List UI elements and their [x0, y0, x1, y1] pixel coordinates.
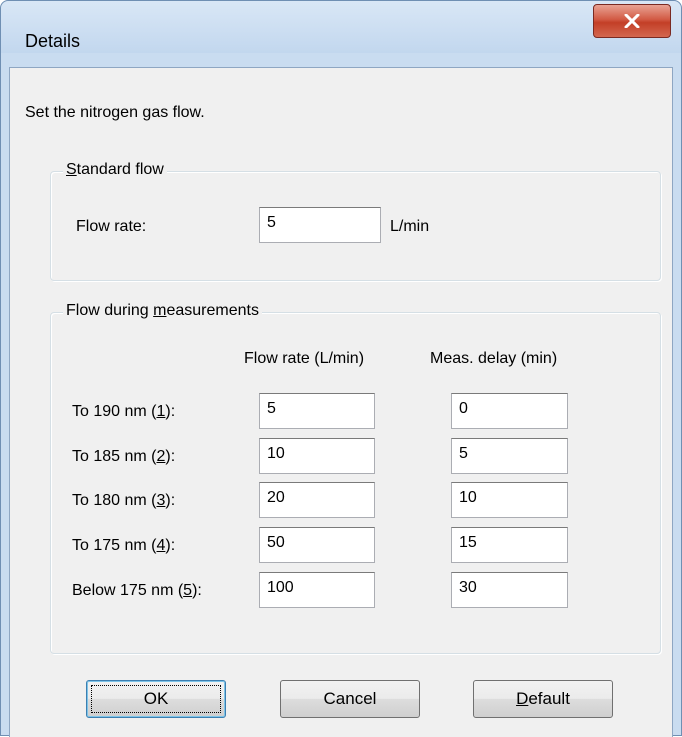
cancel-button[interactable]: Cancel: [280, 680, 420, 718]
close-icon: [624, 14, 640, 28]
flow-rate-185nm-input[interactable]: 10: [259, 438, 375, 474]
title-bar[interactable]: Details: [1, 1, 681, 53]
focus-indicator: [91, 685, 221, 713]
default-button[interactable]: Default: [473, 680, 613, 718]
standard-flow-rate-input[interactable]: 5: [259, 207, 381, 243]
row-label-180nm: To 180 nm (3):: [72, 492, 176, 509]
window-title: Details: [25, 31, 81, 51]
row-label-below-175nm: Below 175 nm (5):: [72, 582, 202, 599]
column-header-flow-rate: Flow rate (L/min): [244, 350, 365, 367]
measurements-flow-legend: Flow during measurements: [63, 302, 262, 320]
row-label-190nm: To 190 nm (1):: [72, 403, 176, 420]
close-button[interactable]: [593, 4, 671, 38]
dialog-client-area: Set the nitrogen gas flow. Standard flow…: [9, 67, 673, 737]
flow-rate-180nm-input[interactable]: 20: [259, 482, 375, 518]
meas-delay-190nm-input[interactable]: 0: [451, 393, 568, 429]
row-label-175nm: To 175 nm (4):: [72, 537, 176, 554]
flow-rate-175nm-input[interactable]: 50: [259, 527, 375, 563]
meas-delay-185nm-input[interactable]: 5: [451, 438, 568, 474]
flow-rate-below-175nm-input[interactable]: 100: [259, 572, 375, 608]
column-header-meas-delay: Meas. delay (min): [430, 350, 558, 367]
standard-flow-rate-label: Flow rate:: [76, 218, 147, 235]
details-dialog: Details Set the nitrogen gas flow. Stand…: [0, 0, 682, 737]
flow-rate-190nm-input[interactable]: 5: [259, 393, 375, 429]
standard-flow-legend: Standard flow: [63, 161, 167, 179]
meas-delay-180nm-input[interactable]: 10: [451, 482, 568, 518]
meas-delay-below-175nm-input[interactable]: 30: [451, 572, 568, 608]
row-label-185nm: To 185 nm (2):: [72, 448, 176, 465]
meas-delay-175nm-input[interactable]: 15: [451, 527, 568, 563]
ok-button[interactable]: OK: [86, 680, 226, 718]
instruction-text: Set the nitrogen gas flow.: [25, 104, 205, 121]
standard-flow-unit-label: L/min: [390, 218, 430, 235]
